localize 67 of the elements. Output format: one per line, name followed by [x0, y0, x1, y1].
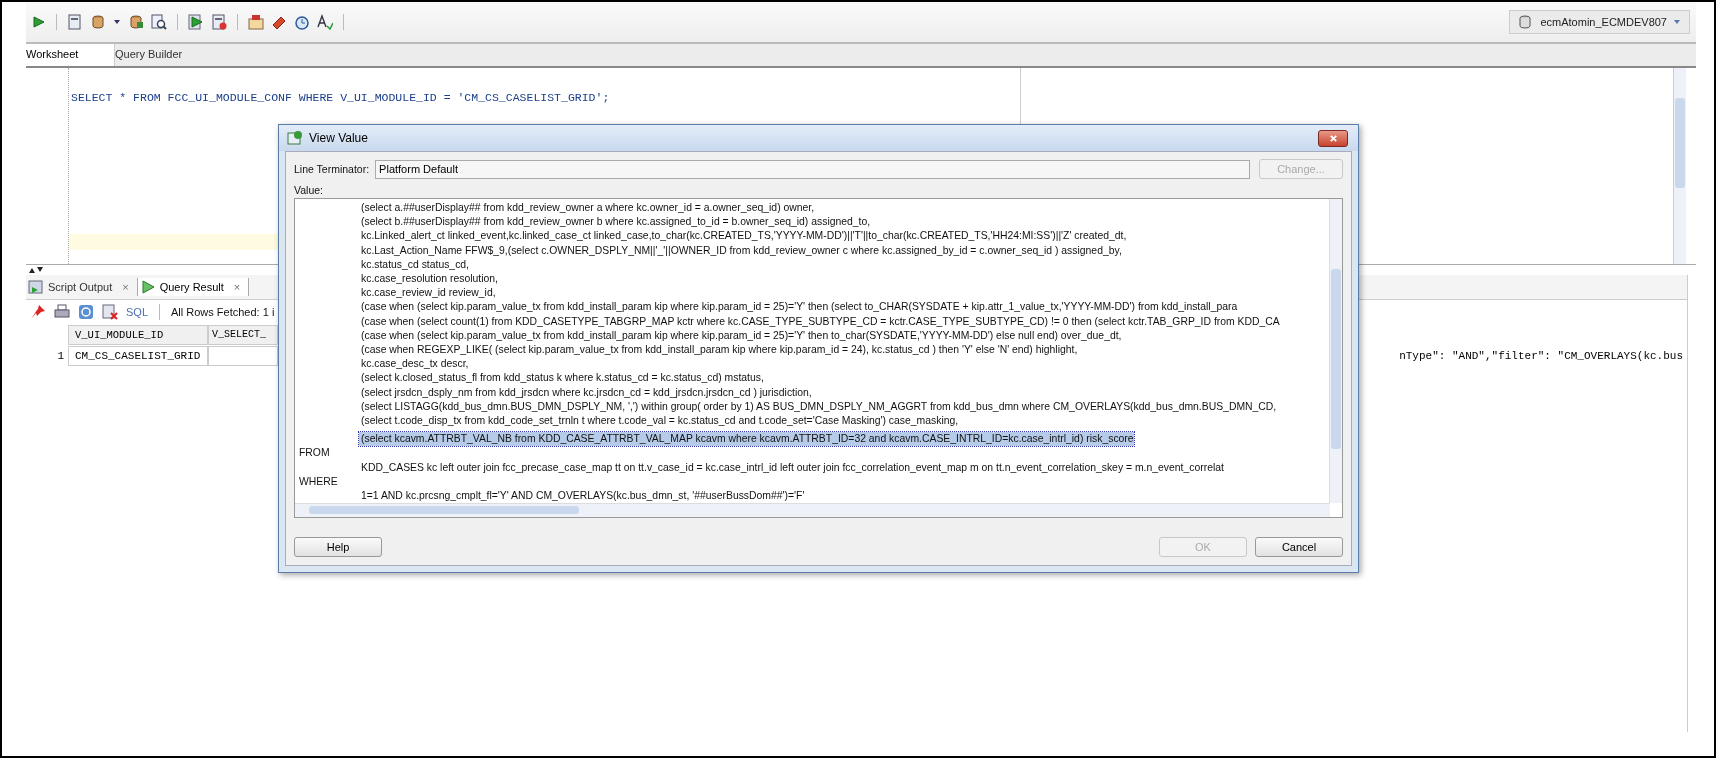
column-header[interactable]: V_SELECT_ — [208, 324, 278, 345]
play-icon — [139, 279, 156, 295]
close-icon[interactable]: × — [122, 281, 129, 293]
code-line: (case when REGEXP_LIKE( (select kip.param_value_tx from kdd_install_param kip where kip.param_id = 24), kc.status_cd ) then 'Y' else 'N' end) highlight, — [360, 343, 1079, 358]
code-line: kc.Last_Action_Name FFW$_9,(select c.OWNER_DSPLY_NM||'_'||OWNER_ID from kdd_review_owner c where kc.assigned_by_id = c.owner_seq_id ) assigned_by, — [360, 243, 1123, 258]
code-line: (select a.##userDisplay## from kdd_review_owner a where kc.owner_id = a.owner_seq_id) owner, — [360, 201, 816, 215]
font-case-icon[interactable] — [317, 14, 333, 30]
table-cell: CM_CS_CASELIST_GRID — [68, 345, 208, 366]
code-line: (select LISTAGG(kdd_bus_dmn.BUS_DMN_DSPLY_NM, ',') within group( order by 1) AS BUS_DMN_DSPLY_NM_AGGRT from kdd_bus_dmn where CM_OVERLAYS(kdd_bus_dmn.BUS_DMN_CD, — [360, 399, 1278, 414]
close-button[interactable] — [1318, 129, 1348, 147]
column-header[interactable]: V_UI_MODULE_ID — [68, 324, 208, 345]
field-label: Value: — [294, 184, 324, 196]
page-play-icon[interactable] — [188, 14, 204, 30]
code-line: kc.case_desc_tx descr, — [360, 357, 470, 372]
line-terminator-field[interactable]: Platform Default — [375, 159, 1251, 179]
code-line: kc.case_resolution resolution, — [360, 272, 499, 286]
caret-icon[interactable] — [113, 18, 121, 26]
status-text: All Rows Fetched: 1 i — [171, 306, 275, 318]
code-line: KDD_CASES kc left outer join fcc_precase_case_map tt on tt.v_case_id = kc.case_intrl_id left outer join fcc_correlation_event_map m on tt.n_event_correlation_skey = m.n_event_correlat — [360, 460, 1225, 475]
play-icon[interactable] — [30, 14, 46, 30]
caret-icon — [1673, 18, 1681, 26]
editor-tab[interactable]: Query Builder — [115, 44, 203, 66]
code-line: (case when (select kip.param_value_tx from kdd_install_param kip where kip.param_id = 25)='Y' then (select to_CHAR(SYSDATE + kip.attr_1_value_tx,'YYYY-MM-DD') from kdd_install_para — [360, 300, 1239, 315]
close-icon — [1328, 133, 1338, 143]
collapse-arrows-icon[interactable] — [28, 266, 44, 274]
connection-dropdown[interactable]: ecmAtomin_ECMDEV807 — [1509, 10, 1690, 34]
code-line: (select b.##userDisplay## from kdd_review_owner b where kc.assigned_to_id = b.owner_seq_id) assigned_to, — [360, 215, 872, 230]
scrollbar[interactable] — [1673, 68, 1686, 264]
code-line: WHERE — [298, 474, 339, 489]
close-icon[interactable]: × — [233, 281, 241, 293]
window-icon — [287, 130, 303, 146]
code-line: FROM — [298, 446, 331, 461]
code-line: 1=1 AND kc.prcsng_cmplt_fl='Y' AND CM_OVERLAYS(kc.bus_dmn_st, '##userBussDom##')='F' — [360, 489, 806, 504]
code-line: (case when (select count(1) from KDD_CASETYPE_TABGRP_MAP kctr where kc.CASE_TYPE_SUBTYPE_CD = kctr.CASE_TYPE_SUBTYPE_CD) != 0 then (select kctr.TAB_GRP_ID from KDD_CA — [360, 314, 1281, 329]
document-icon[interactable] — [67, 14, 83, 30]
row-number: 1 — [56, 349, 65, 362]
table-cell-text: nType": "AND","filter": "CM_OVERLAYS(kc.bus — [1399, 349, 1684, 362]
print-icon[interactable] — [54, 304, 70, 320]
output-tab[interactable]: Query Result × — [137, 278, 250, 296]
code-line: kc.status_cd status_cd, — [360, 257, 470, 272]
scrollbar[interactable] — [295, 503, 1330, 517]
eraser-icon[interactable] — [271, 14, 287, 30]
dialog-button[interactable]: Help — [294, 537, 382, 557]
code-line: (select k.closed_status_fl from kdd_status k where k.status_cd = kc.status_cd) mstatus, — [360, 371, 765, 386]
document-stop-icon[interactable] — [211, 14, 227, 30]
code-line: kc.case_review_id review_id, — [360, 286, 497, 301]
delete-icon[interactable] — [102, 304, 118, 320]
code-line: kc.Linked_alert_ct linked_event,kc.linked_case_ct linked_case,to_char(kc.CREATED_TS,'YYYY-MM-DD')||'T'||to_char(kc.CREATED_TS,'HH24:MI:SS')||'Z' created_dt, — [360, 229, 1128, 244]
script-icon — [28, 279, 44, 295]
table-cell — [208, 345, 278, 366]
refresh-icon[interactable] — [78, 304, 94, 320]
editor-tab[interactable]: Worksheet — [26, 44, 115, 66]
database-icon[interactable] — [128, 14, 144, 30]
database-icon[interactable] — [90, 14, 106, 30]
sql-link[interactable]: SQL — [126, 306, 148, 318]
code-line: (select jrsdcn_dsply_nm from kdd_jrsdcn where kc.jrsdcn_cd = kdd_jrsdcn.jrsdcn_cd ) jurisdiction, — [360, 385, 813, 400]
output-tab[interactable]: Script Output × — [26, 278, 138, 296]
dialog-title: View Value — [309, 131, 368, 145]
field-label: Line Terminator: — [294, 163, 370, 175]
scrollbar[interactable] — [1329, 199, 1342, 503]
code-line: (select t.code_disp_tx from kdd_code_set_trnln t where t.code_val = kc.status_cd and t.code_set='Case Masking') case_masking, — [360, 414, 960, 429]
magnifier-icon[interactable] — [151, 14, 167, 30]
code-line: (case when (select kip.param_value_tx from kdd_install_param kip where kip.param_id = 25)='Y' then to_char(SYSDATE,'YYYY-MM-DD') else null end) over_due_dt, — [360, 328, 1123, 343]
sql-statement: SELECT * FROM FCC_UI_MODULE_CONF WHERE V_UI_MODULE_ID = 'CM_CS_CASELIST_GRID'; — [71, 91, 611, 104]
value-text-area[interactable] — [294, 198, 1343, 518]
clock-icon[interactable] — [294, 14, 310, 30]
dialog-button[interactable]: Cancel — [1255, 537, 1343, 557]
